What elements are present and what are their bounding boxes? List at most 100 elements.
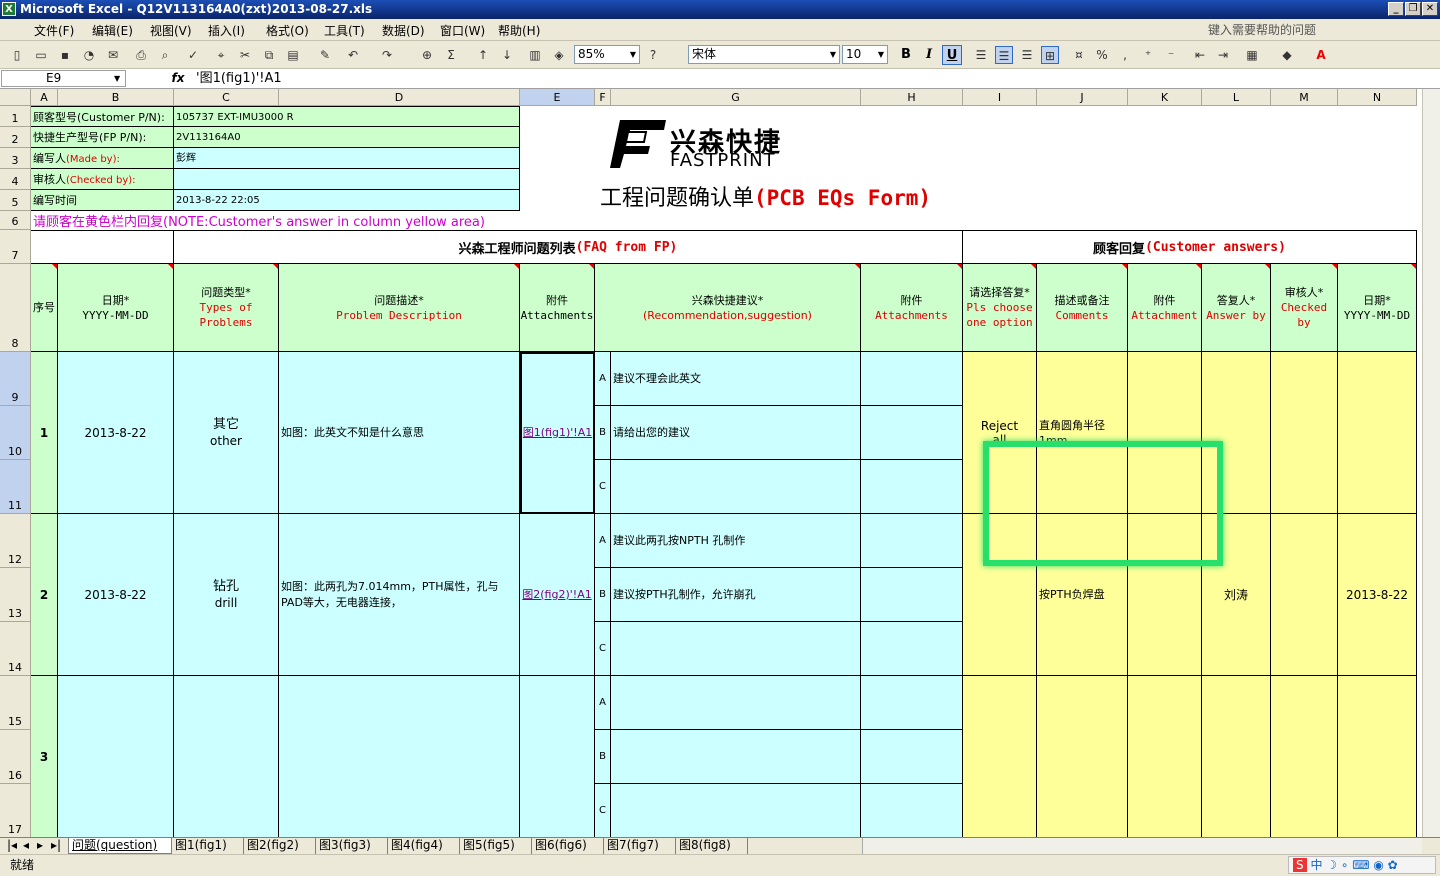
row-header-16[interactable]: 16 (0, 730, 31, 784)
font-size-select[interactable]: 10 ▼ (842, 45, 888, 64)
close-button[interactable]: ✕ (1422, 2, 1438, 16)
item-type[interactable] (174, 676, 279, 837)
answer-by[interactable]: 刘涛 (1202, 514, 1271, 676)
info-value[interactable]: 彭辉 (174, 148, 520, 169)
spelling-icon[interactable]: ✓ (184, 46, 202, 64)
row-header-9[interactable]: 9 (0, 352, 31, 406)
ime-toolbar[interactable]: S 中 ☽ ∘ ⌨ ◉ ✿ (1288, 856, 1436, 874)
worksheet-grid[interactable]: ABCDEFGHIJKLMN 1 2 3 4 5 6 7 8 9 10 11 12 13 14 15 16 17… (0, 89, 1440, 837)
column-header-g[interactable]: G (611, 89, 861, 106)
info-value[interactable]: 105737 EXT-IMU3000 R (174, 106, 520, 127)
column-header-f[interactable]: F (595, 89, 611, 106)
open-icon[interactable]: ▭ (32, 46, 50, 64)
help-icon[interactable]: ? (644, 46, 662, 64)
option-text[interactable] (611, 730, 861, 784)
answer-choice[interactable] (963, 676, 1037, 837)
sheet-tab[interactable]: 图7(fig7) (604, 838, 676, 854)
answer-date[interactable] (1338, 352, 1417, 514)
font-select[interactable]: 宋体 ▼ (688, 45, 840, 64)
align-left-icon[interactable]: ☰ (972, 46, 990, 64)
align-right-icon[interactable]: ☰ (1018, 46, 1036, 64)
vertical-scrollbar[interactable] (1422, 89, 1440, 837)
info-value[interactable]: 2013-8-22 22:05 (174, 190, 520, 211)
attachment-link[interactable]: 图2(fig2)'!A1 (522, 588, 591, 602)
increase-decimal-icon[interactable]: ⁺ (1139, 46, 1157, 64)
option-attachment[interactable] (861, 784, 963, 837)
horizontal-scrollbar[interactable] (862, 838, 1422, 854)
option-text[interactable] (611, 460, 861, 514)
formula-input[interactable]: '图1(fig1)'!A1 (196, 70, 282, 87)
answer-comment[interactable] (1037, 676, 1128, 837)
column-header-l[interactable]: L (1202, 89, 1271, 106)
row-header-8[interactable]: 8 (0, 264, 31, 352)
sheet-tab[interactable]: 图4(fig4) (388, 838, 460, 854)
decrease-decimal-icon[interactable]: ⁻ (1162, 46, 1180, 64)
next-sheet-icon[interactable]: ▸ (34, 838, 46, 854)
option-attachment[interactable] (861, 730, 963, 784)
column-header-n[interactable]: N (1338, 89, 1417, 106)
last-sheet-icon[interactable]: ▸| (48, 838, 64, 854)
menu-help[interactable]: 帮助(H) (498, 22, 540, 39)
option-attachment[interactable] (861, 406, 963, 460)
item-date[interactable] (58, 676, 174, 837)
answer-comment[interactable]: 直角圆角半径1mm。 (1037, 352, 1128, 514)
attachment-link[interactable]: 图1(fig1)'!A1 (523, 426, 592, 440)
row-header-10[interactable]: 10 (0, 406, 31, 460)
answer-attachment[interactable] (1128, 676, 1202, 837)
restore-button[interactable]: ❐ (1405, 2, 1421, 16)
checked-by[interactable] (1271, 514, 1338, 676)
row-header-7[interactable]: 7 (0, 230, 31, 264)
row-header-11[interactable]: 11 (0, 460, 31, 514)
prev-sheet-icon[interactable]: ◂ (20, 838, 32, 854)
sheet-tab[interactable]: 图8(fig8) (676, 838, 748, 854)
answer-attachment[interactable] (1128, 514, 1202, 676)
sheet-tab[interactable]: 图6(fig6) (532, 838, 604, 854)
cut-icon[interactable]: ✂ (236, 46, 254, 64)
option-text[interactable] (611, 622, 861, 676)
column-header-h[interactable]: H (861, 89, 963, 106)
font-color-icon[interactable]: A (1312, 46, 1330, 64)
info-value[interactable] (174, 169, 520, 190)
first-sheet-icon[interactable]: |◂ (4, 838, 20, 854)
answer-attachment[interactable] (1128, 352, 1202, 514)
minimize-button[interactable]: _ (1388, 2, 1404, 16)
merge-center-icon[interactable]: ⊞ (1041, 46, 1059, 64)
fill-color-icon[interactable]: ◆ (1278, 46, 1296, 64)
copy-icon[interactable]: ⧉ (260, 46, 278, 64)
option-text[interactable]: 请给出您的建议 (611, 406, 861, 460)
option-attachment[interactable] (861, 622, 963, 676)
item-type[interactable]: 钻孔 drill (174, 514, 279, 676)
sheet-tab[interactable]: 图2(fig2) (244, 838, 316, 854)
option-attachment[interactable] (861, 676, 963, 730)
row-header-6[interactable]: 6 (0, 211, 31, 230)
currency-icon[interactable]: ¤ (1070, 46, 1088, 64)
chart-wizard-icon[interactable]: ▥ (526, 46, 544, 64)
option-text[interactable]: 建议按PTH孔制作，允许崩孔 (611, 568, 861, 622)
menu-tools[interactable]: 工具(T) (324, 22, 365, 39)
row-header-17[interactable]: 17 (0, 784, 31, 837)
item-description[interactable] (279, 676, 520, 837)
option-text[interactable] (611, 676, 861, 730)
row-header-15[interactable]: 15 (0, 676, 31, 730)
sheet-tab[interactable]: 图5(fig5) (460, 838, 532, 854)
column-header-m[interactable]: M (1271, 89, 1338, 106)
column-header-e[interactable]: E (520, 89, 595, 106)
row-header-1[interactable]: 1 (0, 106, 31, 127)
name-box[interactable]: E9 ▼ (1, 70, 126, 87)
column-header-c[interactable]: C (174, 89, 279, 106)
answer-comment[interactable]: 按PTH负焊盘 (1037, 514, 1128, 676)
print-icon[interactable]: ⎙ (132, 46, 150, 64)
answer-by[interactable] (1202, 676, 1271, 837)
comma-style-icon[interactable]: , (1116, 46, 1134, 64)
item-attachment-link[interactable]: 图1(fig1)'!A1 (520, 352, 595, 514)
print-preview-icon[interactable]: ⌕ (156, 46, 174, 64)
option-attachment[interactable] (861, 460, 963, 514)
row-header-3[interactable]: 3 (0, 148, 31, 169)
option-attachment[interactable] (861, 568, 963, 622)
format-painter-icon[interactable]: ✎ (316, 46, 334, 64)
answer-choice[interactable] (963, 514, 1037, 676)
option-text[interactable] (611, 784, 861, 837)
sheet-tab[interactable]: 图1(fig1) (172, 838, 244, 854)
menu-insert[interactable]: 插入(I) (208, 22, 245, 39)
borders-icon[interactable]: ▦ (1243, 46, 1261, 64)
